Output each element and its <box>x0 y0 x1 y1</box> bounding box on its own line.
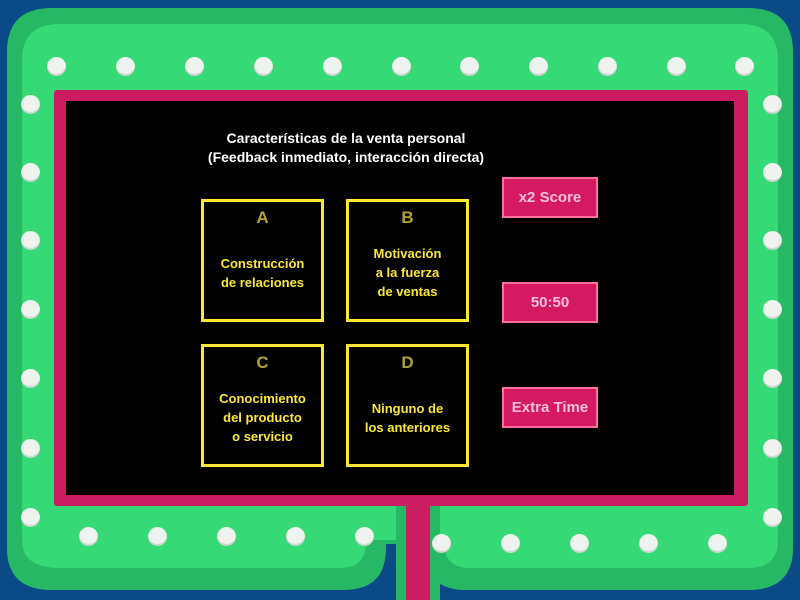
marquee-light <box>459 56 479 76</box>
extra-time-button[interactable]: Extra Time <box>502 387 598 428</box>
question-line-1: Características de la venta personal <box>226 130 466 146</box>
marquee-light <box>762 368 782 388</box>
double-score-button[interactable]: x2 Score <box>502 177 598 218</box>
marquee-light <box>431 533 451 553</box>
marquee-light <box>20 438 40 458</box>
marquee-light <box>734 56 754 76</box>
marquee-light <box>115 56 135 76</box>
answer-text: Motivación a la fuerza de ventas <box>373 246 442 299</box>
answer-letter: D <box>401 353 414 372</box>
marquee-light <box>500 533 520 553</box>
answer-text: Construcción de relaciones <box>220 255 305 290</box>
marquee-light <box>20 162 40 182</box>
marquee-light <box>707 533 727 553</box>
marquee-light <box>528 56 548 76</box>
game-board: Características de la venta personal (Fe… <box>0 0 800 600</box>
marquee-light <box>762 438 782 458</box>
answer-text: Conocimiento del producto o servicio <box>219 391 306 444</box>
marquee-light <box>253 56 273 76</box>
fifty-fifty-button[interactable]: 50:50 <box>502 282 598 323</box>
marquee-light <box>216 526 236 546</box>
answer-a-button[interactable]: A Construcción de relaciones <box>201 199 324 322</box>
marquee-light <box>666 56 686 76</box>
marquee-light <box>78 526 98 546</box>
marquee-light <box>762 230 782 250</box>
marquee-light <box>638 533 658 553</box>
marquee-light <box>20 230 40 250</box>
marquee-light <box>322 56 342 76</box>
answer-d-button[interactable]: D Ninguno de los anteriores <box>346 344 469 467</box>
marquee-light <box>391 56 411 76</box>
marquee-light <box>20 299 40 319</box>
marquee-light <box>762 299 782 319</box>
marquee-light <box>285 526 305 546</box>
podium-side-left <box>396 506 406 600</box>
answer-c-button[interactable]: C Conocimiento del producto o servicio <box>201 344 324 467</box>
marquee-light <box>20 94 40 114</box>
question-text: Características de la venta personal (Fe… <box>196 129 496 167</box>
marquee-light <box>762 94 782 114</box>
answer-letter: A <box>256 208 269 227</box>
marquee-light <box>762 507 782 527</box>
marquee-light <box>569 533 589 553</box>
marquee-light <box>46 56 66 76</box>
marquee-light <box>762 162 782 182</box>
question-line-2: (Feedback inmediato, interacción directa… <box>207 149 485 165</box>
marquee-light <box>354 526 374 546</box>
answer-b-button[interactable]: B Motivación a la fuerza de ventas <box>346 199 469 322</box>
marquee-light <box>20 368 40 388</box>
marquee-light <box>20 507 40 527</box>
podium-side-right <box>430 506 440 600</box>
podium-strip <box>406 506 430 600</box>
marquee-light <box>597 56 617 76</box>
answer-letter: B <box>401 208 414 227</box>
answer-letter: C <box>256 353 269 372</box>
marquee-light <box>184 56 204 76</box>
answer-text: Ninguno de los anteriores <box>364 400 451 435</box>
game-screen: Características de la venta personal (Fe… <box>66 101 734 495</box>
marquee-light <box>147 526 167 546</box>
